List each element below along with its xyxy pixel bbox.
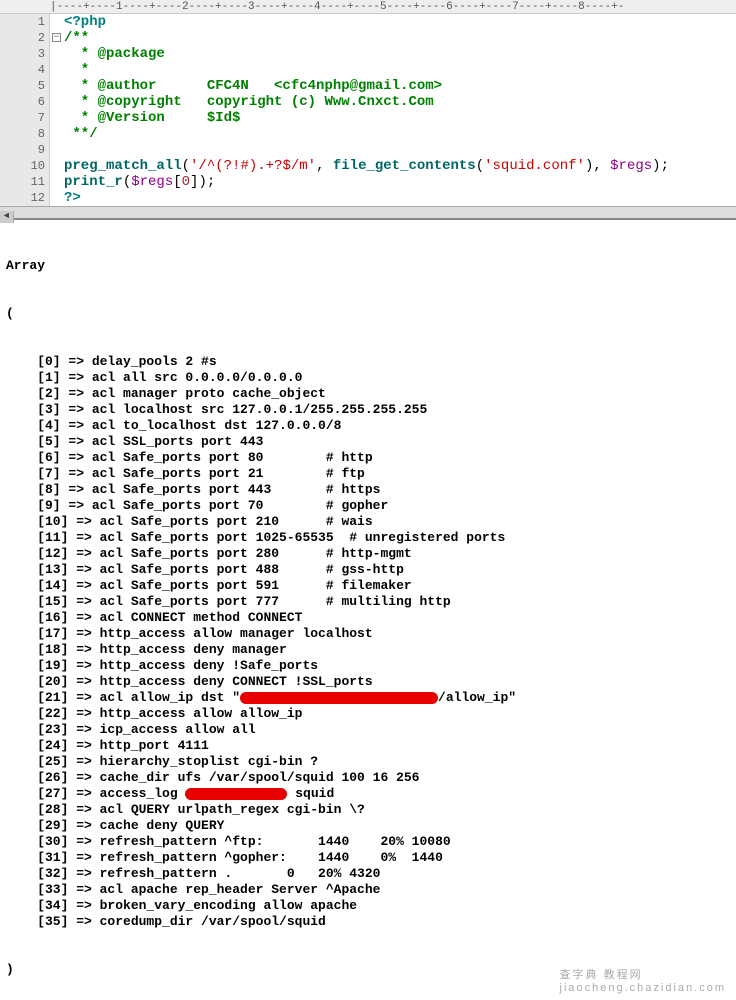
code-token: print_r: [64, 174, 123, 190]
output-line: [1] => acl all src 0.0.0.0/0.0.0.0: [6, 370, 730, 386]
code-line[interactable]: * @author CFC4N <cfc4nphp@gmail.com>: [64, 78, 736, 94]
line-number: 5: [0, 78, 49, 94]
line-number: 2−: [0, 30, 49, 46]
output-line: [22] => http_access allow allow_ip: [6, 706, 730, 722]
output-line: [8] => acl Safe_ports port 443 # https: [6, 482, 730, 498]
code-token: (: [476, 158, 484, 174]
code-editor: 12−3456789101112 <?php/** * @package * *…: [0, 14, 736, 206]
line-number: 9: [0, 142, 49, 158]
line-number: 10: [0, 158, 49, 174]
output-line: [25] => hierarchy_stoplist cgi-bin ?: [6, 754, 730, 770]
output-line: [27] => access_log squid: [6, 786, 730, 802]
output-line: [26] => cache_dir ufs /var/spool/squid 1…: [6, 770, 730, 786]
output-line: [5] => acl SSL_ports port 443: [6, 434, 730, 450]
output-line: [21] => acl allow_ip dst "/allow_ip": [6, 690, 730, 706]
output-line: [35] => coredump_dir /var/spool/squid: [6, 914, 730, 930]
fold-toggle-icon[interactable]: −: [52, 33, 61, 42]
output-line: [13] => acl Safe_ports port 488 # gss-ht…: [6, 562, 730, 578]
output-panel: Array ( [0] => delay_pools 2 #s [1] => a…: [0, 218, 736, 1000]
scroll-left-arrow-icon[interactable]: ◄: [0, 211, 14, 223]
output-line: [6] => acl Safe_ports port 80 # http: [6, 450, 730, 466]
output-line: [30] => refresh_pattern ^ftp: 1440 20% 1…: [6, 834, 730, 850]
code-token: * @package: [64, 46, 165, 62]
output-line: [10] => acl Safe_ports port 210 # wais: [6, 514, 730, 530]
output-line: [9] => acl Safe_ports port 70 # gopher: [6, 498, 730, 514]
code-line[interactable]: ?>: [64, 190, 736, 206]
code-token: * @Version $Id$: [64, 110, 240, 126]
output-line: [18] => http_access deny manager: [6, 642, 730, 658]
code-token: /**: [64, 30, 89, 46]
code-token: preg_match_all: [64, 158, 182, 174]
output-line: [33] => acl apache rep_header Server ^Ap…: [6, 882, 730, 898]
output-line: [0] => delay_pools 2 #s: [6, 354, 730, 370]
code-line[interactable]: preg_match_all('/^(?!#).+?$/m', file_get…: [64, 158, 736, 174]
code-line[interactable]: * @package: [64, 46, 736, 62]
code-token: $regs: [610, 158, 652, 174]
output-line: [31] => refresh_pattern ^gopher: 1440 0%…: [6, 850, 730, 866]
line-number-gutter: 12−3456789101112: [0, 14, 50, 206]
column-ruler: |----+----1----+----2----+----3----+----…: [0, 0, 736, 14]
output-line: [32] => refresh_pattern . 0 20% 4320: [6, 866, 730, 882]
output-line: [20] => http_access deny CONNECT !SSL_po…: [6, 674, 730, 690]
output-line: [14] => acl Safe_ports port 591 # filema…: [6, 578, 730, 594]
code-token: <?php: [64, 14, 106, 30]
output-line: [23] => icp_access allow all: [6, 722, 730, 738]
line-number: 7: [0, 110, 49, 126]
code-token: ,: [316, 158, 333, 174]
output-line: [7] => acl Safe_ports port 21 # ftp: [6, 466, 730, 482]
output-line: [24] => http_port 4111: [6, 738, 730, 754]
code-line[interactable]: print_r($regs[0]);: [64, 174, 736, 190]
code-area[interactable]: <?php/** * @package * * @author CFC4N <c…: [50, 14, 736, 206]
code-line[interactable]: * @copyright copyright (c) Www.Cnxct.Com: [64, 94, 736, 110]
code-token: ]);: [190, 174, 215, 190]
code-line[interactable]: **/: [64, 126, 736, 142]
line-number: 11: [0, 174, 49, 190]
code-token: **/: [64, 126, 98, 142]
code-line[interactable]: [64, 142, 736, 158]
output-line: [15] => acl Safe_ports port 777 # multil…: [6, 594, 730, 610]
code-line[interactable]: *: [64, 62, 736, 78]
redaction-bar: [185, 788, 287, 800]
line-number: 1: [0, 14, 49, 30]
code-token: '/^(?!#).+?$/m': [190, 158, 316, 174]
code-token: $regs: [131, 174, 173, 190]
code-token: [: [173, 174, 181, 190]
output-line: [16] => acl CONNECT method CONNECT: [6, 610, 730, 626]
line-number: 4: [0, 62, 49, 78]
output-array-keyword: Array: [6, 258, 730, 274]
output-line: [4] => acl to_localhost dst 127.0.0.0/8: [6, 418, 730, 434]
code-line[interactable]: <?php: [64, 14, 736, 30]
line-number: 12: [0, 190, 49, 206]
code-token: (: [123, 174, 131, 190]
output-paren-open: (: [6, 306, 730, 322]
code-token: 0: [182, 174, 190, 190]
code-token: ),: [585, 158, 610, 174]
output-line: [3] => acl localhost src 127.0.0.1/255.2…: [6, 402, 730, 418]
output-line: [34] => broken_vary_encoding allow apach…: [6, 898, 730, 914]
redaction-bar: [240, 692, 438, 704]
output-line: [11] => acl Safe_ports port 1025-65535 #…: [6, 530, 730, 546]
code-line[interactable]: /**: [64, 30, 736, 46]
output-line: [28] => acl QUERY urlpath_regex cgi-bin …: [6, 802, 730, 818]
output-lines: [0] => delay_pools 2 #s [1] => acl all s…: [6, 354, 730, 930]
line-number: 8: [0, 126, 49, 142]
output-line: [19] => http_access deny !Safe_ports: [6, 658, 730, 674]
line-number: 3: [0, 46, 49, 62]
code-token: 'squid.conf': [484, 158, 585, 174]
code-token: (: [182, 158, 190, 174]
code-line[interactable]: * @Version $Id$: [64, 110, 736, 126]
output-line: [17] => http_access allow manager localh…: [6, 626, 730, 642]
horizontal-scrollbar[interactable]: ◄: [0, 206, 736, 218]
output-line: [12] => acl Safe_ports port 280 # http-m…: [6, 546, 730, 562]
code-token: ?>: [64, 190, 81, 206]
output-line: [2] => acl manager proto cache_object: [6, 386, 730, 402]
line-number: 6: [0, 94, 49, 110]
code-token: );: [652, 158, 669, 174]
output-line: [29] => cache deny QUERY: [6, 818, 730, 834]
code-token: * @author CFC4N <cfc4nphp@gmail.com>: [64, 78, 442, 94]
code-token: *: [64, 62, 89, 78]
code-token: * @copyright copyright (c) Www.Cnxct.Com: [64, 94, 434, 110]
watermark-text: 查字典 教程网 jiaocheng.chazidian.com: [560, 966, 726, 994]
code-token: file_get_contents: [333, 158, 476, 174]
